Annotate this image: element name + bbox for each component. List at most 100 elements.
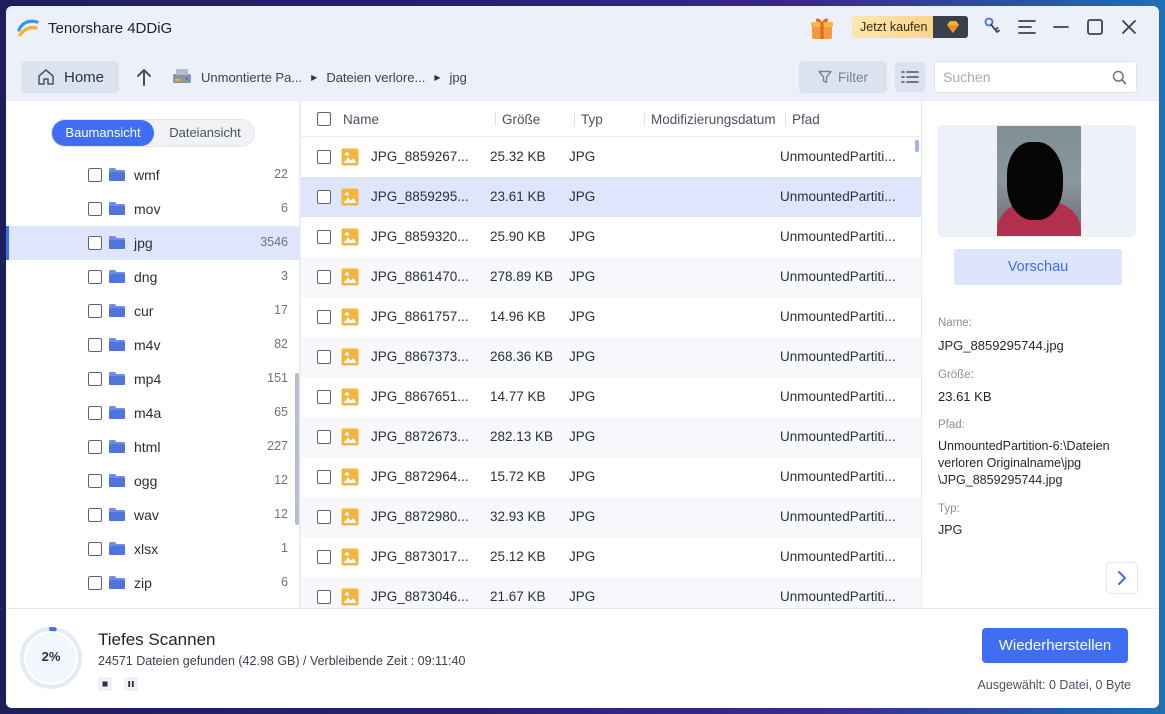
table-row[interactable]: JPG_8867373... 268.36 KB JPG UnmountedParti… [301, 337, 921, 377]
tree-item-wmf[interactable]: wmf 22 [6, 158, 300, 192]
tree-item-jpg[interactable]: jpg 3546 [6, 226, 300, 260]
file-name: JPG_8859295... [371, 189, 469, 204]
buy-now-label: Jetzt kaufen [860, 20, 928, 34]
column-divider[interactable] [644, 112, 645, 126]
pause-scan-button[interactable] [124, 677, 138, 691]
next-file-button[interactable] [1106, 562, 1138, 594]
recover-button[interactable]: Wiederherstellen [982, 628, 1128, 663]
table-row[interactable]: JPG_8859295... 23.61 KB JPG UnmountedPartit… [301, 177, 921, 217]
table-row[interactable]: JPG_8861470... 278.89 KB JPG UnmountedParti… [301, 257, 921, 297]
tree-item-cur[interactable]: cur 17 [6, 294, 300, 328]
table-row[interactable]: JPG_8859320... 25.90 KB JPG UnmountedPartit… [301, 217, 921, 257]
tree-item-checkbox[interactable] [88, 304, 102, 318]
row-checkbox[interactable] [317, 390, 331, 404]
column-header-type[interactable]: Typ [581, 112, 603, 127]
row-checkbox[interactable] [317, 590, 331, 604]
column-header-size[interactable]: Größe [502, 112, 540, 127]
file-name: JPG_8872673... [371, 429, 469, 444]
up-arrow-icon[interactable] [134, 66, 154, 88]
tree-item-checkbox[interactable] [88, 202, 102, 216]
info-type-value: JPG [938, 523, 963, 537]
column-divider[interactable] [495, 112, 496, 126]
tree-item-checkbox[interactable] [88, 270, 102, 284]
select-all-checkbox[interactable] [317, 112, 331, 126]
home-button[interactable]: Home [21, 61, 119, 93]
file-path: UnmountedPartiti... [780, 349, 896, 364]
maximize-icon[interactable] [1084, 16, 1106, 38]
tree-item-label: xlsx [134, 541, 159, 557]
pause-icon [128, 681, 134, 687]
tree-item-wav[interactable]: wav 12 [6, 498, 300, 532]
tree-item-checkbox[interactable] [88, 542, 102, 556]
breadcrumb-item-partition[interactable]: Unmontierte Pa... [201, 70, 302, 85]
tree-item-xlsx[interactable]: xlsx 1 [6, 532, 300, 566]
file-size: 14.96 KB [490, 309, 546, 324]
row-checkbox[interactable] [317, 230, 331, 244]
tree-item-checkbox[interactable] [88, 338, 102, 352]
row-checkbox[interactable] [317, 190, 331, 204]
tree-item-checkbox[interactable] [88, 236, 102, 250]
table-row[interactable]: JPG_8873046... 21.67 KB JPG UnmountedPartit… [301, 577, 921, 608]
tree-item-count: 3546 [260, 235, 288, 249]
filter-button[interactable]: Filter [799, 61, 887, 93]
table-row[interactable]: JPG_8872673... 282.13 KB JPG UnmountedParti… [301, 417, 921, 457]
file-name: JPG_8859267... [371, 149, 469, 164]
tree-item-checkbox[interactable] [88, 576, 102, 590]
tree-item-mov[interactable]: mov 6 [6, 192, 300, 226]
tree-item-zip[interactable]: zip 6 [6, 566, 300, 600]
row-checkbox[interactable] [317, 430, 331, 444]
table-row[interactable]: JPG_8867651... 14.77 KB JPG UnmountedPartit… [301, 377, 921, 417]
breadcrumb-item-folder[interactable]: Dateien verlore... [326, 70, 425, 85]
tree-item-html[interactable]: html 227 [6, 430, 300, 464]
preview-button[interactable]: Vorschau [954, 249, 1122, 285]
row-checkbox[interactable] [317, 510, 331, 524]
table-row[interactable]: JPG_8872980... 32.93 KB JPG UnmountedPartit… [301, 497, 921, 537]
file-view-tab[interactable]: Dateiansicht [156, 120, 254, 146]
tree-item-checkbox[interactable] [88, 508, 102, 522]
tree-item-ogg[interactable]: ogg 12 [6, 464, 300, 498]
search-icon[interactable] [1112, 70, 1127, 85]
selection-summary: Ausgewählt: 0 Datei, 0 Byte [977, 678, 1131, 692]
tree-item-dng[interactable]: dng 3 [6, 260, 300, 294]
table-row[interactable]: JPG_8873017... 25.12 KB JPG UnmountedPartit… [301, 537, 921, 577]
tree-item-checkbox[interactable] [88, 474, 102, 488]
key-icon[interactable] [982, 16, 1004, 38]
tree-item-checkbox[interactable] [88, 168, 102, 182]
row-checkbox[interactable] [317, 470, 331, 484]
column-divider[interactable] [785, 112, 786, 126]
column-divider[interactable] [574, 112, 575, 126]
breadcrumb-item-current[interactable]: jpg [449, 70, 466, 85]
menu-icon[interactable] [1016, 16, 1038, 38]
tree-item-mp4[interactable]: mp4 151 [6, 362, 300, 396]
column-header-modified[interactable]: Modifizierungsdatum [651, 112, 776, 127]
scan-progress-ring: 2% [18, 625, 84, 691]
tree-item-m4v[interactable]: m4v 82 [6, 328, 300, 362]
table-row[interactable]: JPG_8859267... 25.32 KB JPG UnmountedPartit… [301, 137, 921, 177]
tree-scrollbar[interactable] [295, 373, 299, 525]
gift-icon[interactable] [808, 14, 836, 42]
table-row[interactable]: JPG_8872964... 15.72 KB JPG UnmountedPartit… [301, 457, 921, 497]
column-header-path[interactable]: Pfad [792, 112, 820, 127]
table-row[interactable]: JPG_8861757... 14.96 KB JPG UnmountedPartit… [301, 297, 921, 337]
row-checkbox[interactable] [317, 550, 331, 564]
search-input[interactable] [943, 69, 1103, 85]
column-header-name[interactable]: Name [343, 112, 379, 127]
list-view-button[interactable] [895, 62, 925, 92]
tree-item-checkbox[interactable] [88, 372, 102, 386]
minimize-icon[interactable] [1050, 16, 1072, 38]
row-checkbox[interactable] [317, 150, 331, 164]
image-file-icon [341, 588, 359, 606]
table-scrollbar[interactable] [915, 140, 919, 152]
stop-scan-button[interactable] [98, 677, 112, 691]
tree-item-checkbox[interactable] [88, 406, 102, 420]
row-checkbox[interactable] [317, 310, 331, 324]
tree-item-m4a[interactable]: m4a 65 [6, 396, 300, 430]
tree-item-checkbox[interactable] [88, 440, 102, 454]
row-checkbox[interactable] [317, 270, 331, 284]
row-checkbox[interactable] [317, 350, 331, 364]
info-type-label: Typ: [938, 503, 960, 515]
tree-item-count: 6 [281, 201, 288, 215]
close-icon[interactable] [1118, 16, 1140, 38]
buy-now-button[interactable]: Jetzt kaufen [852, 16, 968, 38]
tree-view-tab[interactable]: Baumansicht [52, 120, 154, 146]
